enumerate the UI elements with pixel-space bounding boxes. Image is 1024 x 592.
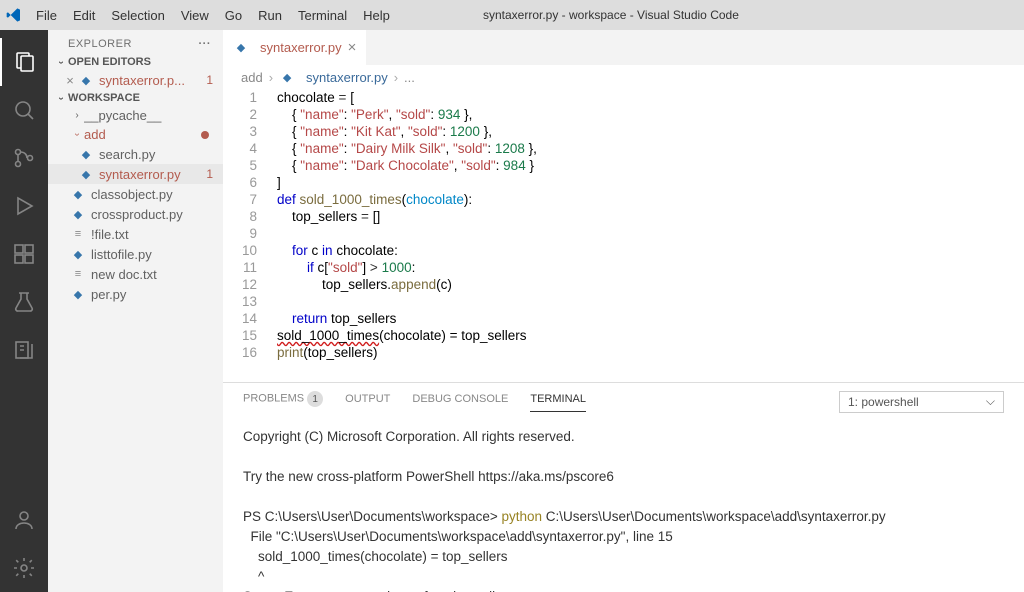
menu-edit[interactable]: Edit — [65, 0, 103, 30]
open-editor-label: syntaxerror.p... — [99, 73, 206, 88]
close-icon[interactable]: × — [348, 39, 357, 56]
modified-dot-icon — [201, 131, 209, 139]
problem-count-badge: 1 — [206, 167, 213, 181]
tab-syntaxerror[interactable]: ◆ syntaxerror.py × — [223, 30, 367, 65]
text-file-icon: ≡ — [70, 266, 86, 282]
activity-search-icon[interactable] — [0, 86, 48, 134]
code-editor[interactable]: 12345678910111213141516 chocolate = [ { … — [223, 89, 1024, 382]
python-file-icon: ◆ — [70, 286, 86, 302]
chevron-down-icon: › — [56, 55, 67, 69]
problem-count-badge: 1 — [206, 73, 213, 87]
menu-help[interactable]: Help — [355, 0, 398, 30]
chevron-down-icon: › — [56, 91, 67, 105]
menu-go[interactable]: Go — [217, 0, 250, 30]
file-search[interactable]: ◆search.py — [48, 144, 223, 164]
explorer-more-icon[interactable]: ··· — [199, 38, 212, 50]
menu-terminal[interactable]: Terminal — [290, 0, 355, 30]
file-lfile[interactable]: ≡!file.txt — [48, 224, 223, 244]
tab-terminal[interactable]: TERMINAL — [530, 393, 586, 412]
close-icon[interactable]: × — [62, 73, 78, 88]
text-file-icon: ≡ — [70, 226, 86, 242]
menu-selection[interactable]: Selection — [103, 0, 172, 30]
line-gutter: 12345678910111213141516 — [223, 89, 273, 382]
file-newdoc[interactable]: ≡new doc.txt — [48, 264, 223, 284]
file-listtofile[interactable]: ◆listtofile.py — [48, 244, 223, 264]
menu-bar: File Edit Selection View Go Run Terminal… — [0, 0, 1024, 30]
python-file-icon: ◆ — [78, 146, 94, 162]
file-per[interactable]: ◆per.py — [48, 284, 223, 304]
explorer-title: EXPLORER — [68, 38, 132, 50]
python-file-icon: ◆ — [279, 69, 295, 85]
file-classobject[interactable]: ◆classobject.py — [48, 184, 223, 204]
bottom-panel: PROBLEMS1 OUTPUT DEBUG CONSOLE TERMINAL … — [223, 382, 1024, 592]
python-file-icon: ◆ — [233, 40, 249, 56]
tab-output[interactable]: OUTPUT — [345, 393, 390, 411]
open-editor-entry[interactable]: × ◆ syntaxerror.p... 1 — [48, 70, 223, 90]
python-file-icon: ◆ — [78, 72, 94, 88]
window-title: syntaxerror.py - workspace - Visual Stud… — [398, 8, 1024, 22]
python-file-icon: ◆ — [70, 206, 86, 222]
activity-testing-icon[interactable] — [0, 278, 48, 326]
activity-debug-icon[interactable] — [0, 182, 48, 230]
menu-view[interactable]: View — [173, 0, 217, 30]
python-file-icon: ◆ — [70, 246, 86, 262]
menu-file[interactable]: File — [28, 0, 65, 30]
file-crossproduct[interactable]: ◆crossproduct.py — [48, 204, 223, 224]
python-file-icon: ◆ — [78, 166, 94, 182]
breadcrumb[interactable]: add› ◆syntaxerror.py› ... — [223, 65, 1024, 89]
editor-column: ◆ syntaxerror.py × add› ◆syntaxerror.py›… — [223, 30, 1024, 592]
activity-settings-icon[interactable] — [0, 544, 48, 592]
tab-debug-console[interactable]: DEBUG CONSOLE — [412, 393, 508, 411]
activity-account-icon[interactable] — [0, 496, 48, 544]
open-editors-header[interactable]: ›OPEN EDITORS — [48, 54, 223, 70]
python-file-icon: ◆ — [70, 186, 86, 202]
terminal-output[interactable]: Copyright (C) Microsoft Corporation. All… — [223, 413, 1024, 592]
activity-extensions-icon[interactable] — [0, 230, 48, 278]
problems-badge: 1 — [307, 391, 323, 407]
folder-pycache[interactable]: ›__pycache__ — [48, 106, 223, 125]
code-content[interactable]: chocolate = [ { "name": "Perk", "sold": … — [273, 89, 1024, 382]
folder-add[interactable]: ›add — [48, 125, 223, 144]
file-syntaxerror[interactable]: ◆syntaxerror.py1 — [48, 164, 223, 184]
activity-bar — [0, 30, 48, 592]
tab-label: syntaxerror.py — [260, 40, 342, 55]
explorer-sidebar: EXPLORER ··· ›OPEN EDITORS × ◆ syntaxerr… — [48, 30, 223, 592]
chevron-down-icon: › — [72, 128, 83, 142]
tab-problems[interactable]: PROBLEMS1 — [243, 391, 323, 413]
panel-tabs: PROBLEMS1 OUTPUT DEBUG CONSOLE TERMINAL … — [223, 383, 1024, 413]
vscode-logo-icon — [0, 7, 28, 23]
activity-references-icon[interactable] — [0, 326, 48, 374]
terminal-selector[interactable]: 1: powershell — [839, 391, 1004, 413]
chevron-right-icon: › — [70, 110, 84, 121]
activity-explorer-icon[interactable] — [0, 38, 48, 86]
workspace-header[interactable]: ›WORKSPACE — [48, 90, 223, 106]
tab-bar: ◆ syntaxerror.py × — [223, 30, 1024, 65]
menu-run[interactable]: Run — [250, 0, 290, 30]
activity-scm-icon[interactable] — [0, 134, 48, 182]
